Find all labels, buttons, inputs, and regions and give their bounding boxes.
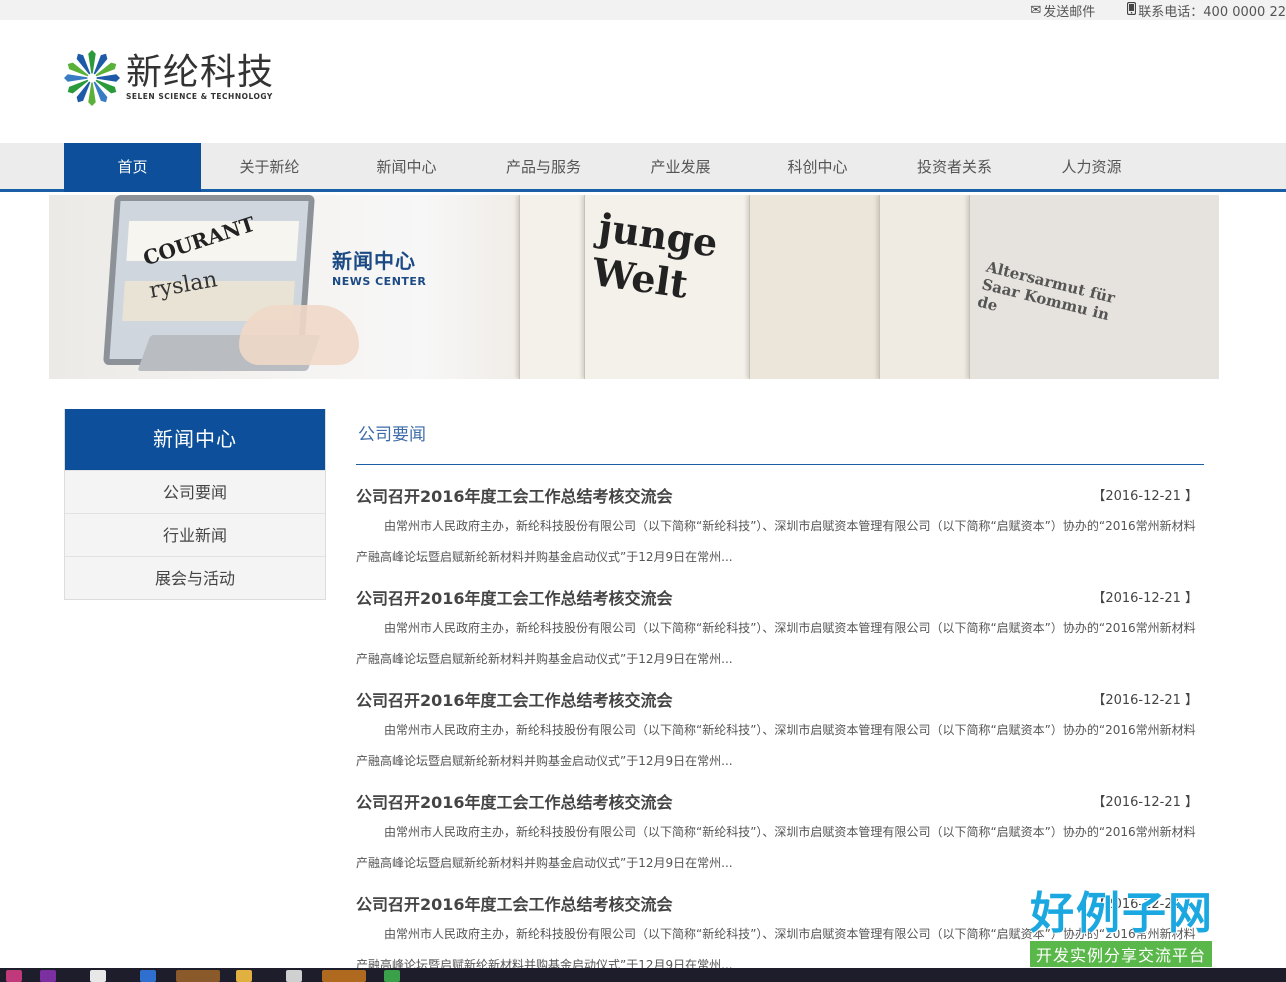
send-email-link[interactable]: ✉ 发送邮件: [1030, 1, 1095, 20]
send-email-label: 发送邮件: [1043, 4, 1096, 20]
taskbar-app-icon[interactable]: [40, 970, 56, 982]
nav-item-about[interactable]: 关于新纶: [201, 143, 338, 192]
nav-item-innovation[interactable]: 科创中心: [749, 143, 886, 192]
logo-name-cn: 新纶科技: [126, 52, 275, 93]
sidebar: 新闻中心 公司要闻 行业新闻 展会与活动: [64, 409, 326, 600]
site-header: 新纶科技 SELEN SCIENCE & TECHNOLOGY: [0, 20, 1286, 143]
banner-newspaper-3: [749, 195, 889, 379]
banner-newspaper-text-3: Altersarmut für Saar Kommu in de: [975, 257, 1117, 325]
news-title-link[interactable]: 公司召开2016年度工会工作总结考核交流会: [356, 789, 673, 813]
news-title-link[interactable]: 公司召开2016年度工会工作总结考核交流会: [356, 585, 673, 609]
banner-newspaper-headline: junge Welt: [589, 204, 721, 307]
main-nav: 首页 关于新纶 新闻中心 产品与服务 产业发展 科创中心 投资者关系 人力资源: [0, 143, 1286, 192]
news-date: 【2016-12-21 】: [1092, 795, 1198, 810]
news-date: 【2016-12-21 】: [1092, 591, 1198, 606]
banner-newspaper-5: Altersarmut für Saar Kommu in de: [969, 195, 1219, 379]
taskbar-app-icon[interactable]: [286, 970, 302, 982]
nav-item-products[interactable]: 产品与服务: [475, 143, 612, 192]
sidebar-item-industry-news[interactable]: 行业新闻: [65, 513, 325, 556]
logo-flower-icon: [64, 50, 120, 106]
sidebar-item-company-news[interactable]: 公司要闻: [65, 470, 325, 513]
os-taskbar: [0, 968, 1286, 982]
news-title-link[interactable]: 公司召开2016年度工会工作总结考核交流会: [356, 687, 673, 711]
badge-main-text: 好例子网: [1030, 888, 1214, 939]
news-item: 公司召开2016年度工会工作总结考核交流会 【2016-12-21 】 由常州市…: [356, 669, 1204, 771]
nav-item-investors[interactable]: 投资者关系: [886, 143, 1023, 192]
news-item: 公司召开2016年度工会工作总结考核交流会 【2016-12-21 】 由常州市…: [356, 771, 1204, 873]
sidebar-item-events[interactable]: 展会与活动: [65, 556, 325, 599]
watermark-badge: 好例子网 开发实例分享交流平台: [1030, 887, 1240, 971]
nav-item-news[interactable]: 新闻中心: [338, 143, 475, 192]
news-date: 【2016-12-21 】: [1092, 693, 1198, 708]
news-summary: 由常州市人民政府主办，新纶科技股份有限公司（以下简称“新纶科技”）、深圳市启赋资…: [356, 825, 1196, 870]
logo-text: 新纶科技 SELEN SCIENCE & TECHNOLOGY: [126, 54, 274, 102]
banner-hand-image: [239, 305, 359, 365]
news-title-link[interactable]: 公司召开2016年度工会工作总结考核交流会: [356, 891, 673, 915]
taskbar-app-icon[interactable]: [90, 970, 106, 982]
nav-item-industry[interactable]: 产业发展: [612, 143, 749, 192]
phone-icon: [1127, 1, 1137, 18]
phone-label: 联系电话：400 0000 22: [1138, 4, 1286, 20]
news-item: 公司召开2016年度工会工作总结考核交流会 【2016-12-21 】 由常州市…: [356, 567, 1204, 669]
top-contacts: ✉ 发送邮件 联系电话：400 0000 22: [998, 0, 1286, 20]
news-summary: 由常州市人民政府主办，新纶科技股份有限公司（以下简称“新纶科技”）、深圳市启赋资…: [356, 621, 1196, 666]
taskbar-app-icon[interactable]: [236, 970, 252, 982]
nav-item-hr[interactable]: 人力资源: [1023, 143, 1160, 192]
logo-name-en: SELEN SCIENCE & TECHNOLOGY: [126, 92, 273, 101]
taskbar-app-icon[interactable]: [322, 970, 366, 982]
banner-title-cn: 新闻中心: [332, 249, 416, 273]
news-date: 【2016-12-21 】: [1092, 489, 1198, 504]
banner-title: 新闻中心 NEWS CENTER: [332, 245, 426, 288]
badge-sub-text: 开发实例分享交流平台: [1030, 941, 1213, 967]
news-summary: 由常州市人民政府主办，新纶科技股份有限公司（以下简称“新纶科技”）、深圳市启赋资…: [356, 723, 1196, 768]
site-logo[interactable]: 新纶科技 SELEN SCIENCE & TECHNOLOGY: [64, 50, 274, 106]
top-bar: ✉ 发送邮件 联系电话：400 0000 22: [0, 0, 1286, 20]
page-banner: COURANT ryslan junge Welt Altersarmut fü…: [49, 195, 1219, 379]
taskbar-app-icon[interactable]: [140, 970, 156, 982]
news-summary: 由常州市人民政府主办，新纶科技股份有限公司（以下简称“新纶科技”）、深圳市启赋资…: [356, 519, 1196, 564]
taskbar-app-icon[interactable]: [6, 970, 22, 982]
banner-newspaper-2: junge Welt: [584, 195, 754, 379]
news-title-link[interactable]: 公司召开2016年度工会工作总结考核交流会: [356, 483, 673, 507]
phone-contact: 联系电话：400 0000 22: [1127, 1, 1286, 20]
nav-item-home[interactable]: 首页: [64, 143, 201, 192]
sidebar-title: 新闻中心: [65, 409, 325, 470]
taskbar-app-icon[interactable]: [384, 970, 400, 982]
news-item: 公司召开2016年度工会工作总结考核交流会 【2016-12-21 】 由常州市…: [356, 465, 1204, 567]
taskbar-app-icon[interactable]: [176, 970, 220, 982]
section-title: 公司要闻: [356, 409, 1204, 465]
banner-title-en: NEWS CENTER: [332, 275, 427, 288]
envelope-icon: ✉: [1030, 2, 1042, 18]
